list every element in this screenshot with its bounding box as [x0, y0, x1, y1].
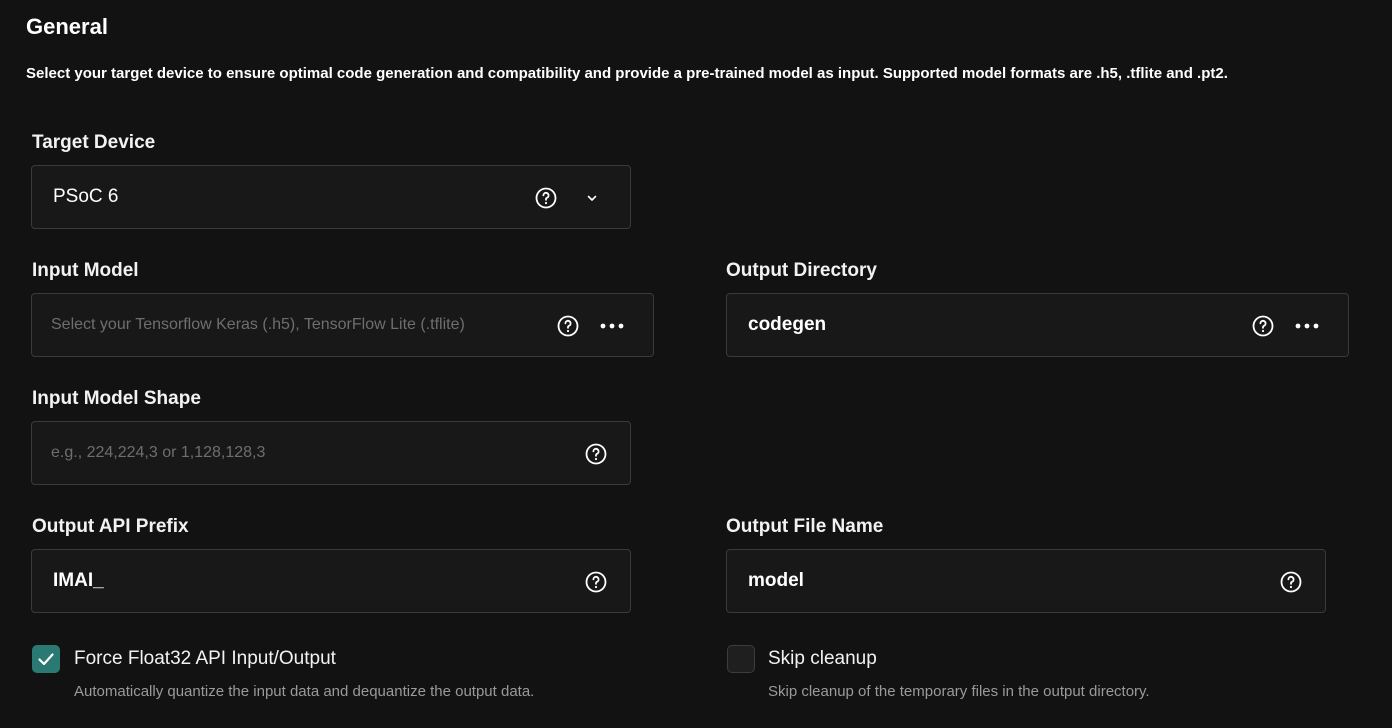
- output-directory-label: Output Directory: [726, 260, 877, 281]
- section-description: Select your target device to ensure opti…: [26, 65, 1228, 82]
- force-float32-checkbox[interactable]: [32, 645, 60, 673]
- more-horizontal-icon[interactable]: [598, 318, 626, 334]
- check-icon: [38, 653, 54, 666]
- output-api-prefix-value: IMAI_: [53, 570, 104, 591]
- help-circle-icon[interactable]: [1279, 570, 1303, 594]
- target-device-select[interactable]: PSoC 6: [31, 165, 631, 229]
- input-model-label: Input Model: [32, 260, 139, 281]
- output-directory-field[interactable]: codegen: [726, 293, 1349, 357]
- output-file-name-label: Output File Name: [726, 516, 884, 537]
- help-circle-icon[interactable]: [534, 186, 558, 210]
- help-circle-icon[interactable]: [584, 442, 608, 466]
- more-horizontal-icon[interactable]: [1293, 318, 1321, 334]
- output-api-prefix-field[interactable]: IMAI_: [31, 549, 631, 613]
- force-float32-label[interactable]: Force Float32 API Input/Output: [74, 648, 336, 670]
- target-device-value: PSoC 6: [53, 186, 119, 207]
- input-model-shape-placeholder: e.g., 224,224,3 or 1,128,128,3: [51, 444, 266, 461]
- target-device-label: Target Device: [32, 132, 156, 153]
- input-model-placeholder: Select your Tensorflow Keras (.h5), Tens…: [51, 316, 465, 333]
- help-circle-icon[interactable]: [1251, 314, 1275, 338]
- section-title: General: [26, 14, 108, 39]
- skip-cleanup-hint: Skip cleanup of the temporary files in t…: [768, 683, 1150, 700]
- input-model-field[interactable]: Select your Tensorflow Keras (.h5), Tens…: [31, 293, 654, 357]
- input-model-shape-field[interactable]: e.g., 224,224,3 or 1,128,128,3: [31, 421, 631, 485]
- help-circle-icon[interactable]: [584, 570, 608, 594]
- output-api-prefix-label: Output API Prefix: [32, 516, 189, 537]
- skip-cleanup-label[interactable]: Skip cleanup: [768, 648, 877, 670]
- output-directory-value: codegen: [748, 314, 827, 335]
- force-float32-hint: Automatically quantize the input data an…: [74, 683, 535, 700]
- help-circle-icon[interactable]: [556, 314, 580, 338]
- skip-cleanup-checkbox[interactable]: [727, 645, 755, 673]
- input-model-shape-label: Input Model Shape: [32, 388, 201, 409]
- output-file-name-value: model: [748, 570, 804, 591]
- chevron-down-icon[interactable]: [585, 191, 599, 205]
- output-file-name-field[interactable]: model: [726, 549, 1326, 613]
